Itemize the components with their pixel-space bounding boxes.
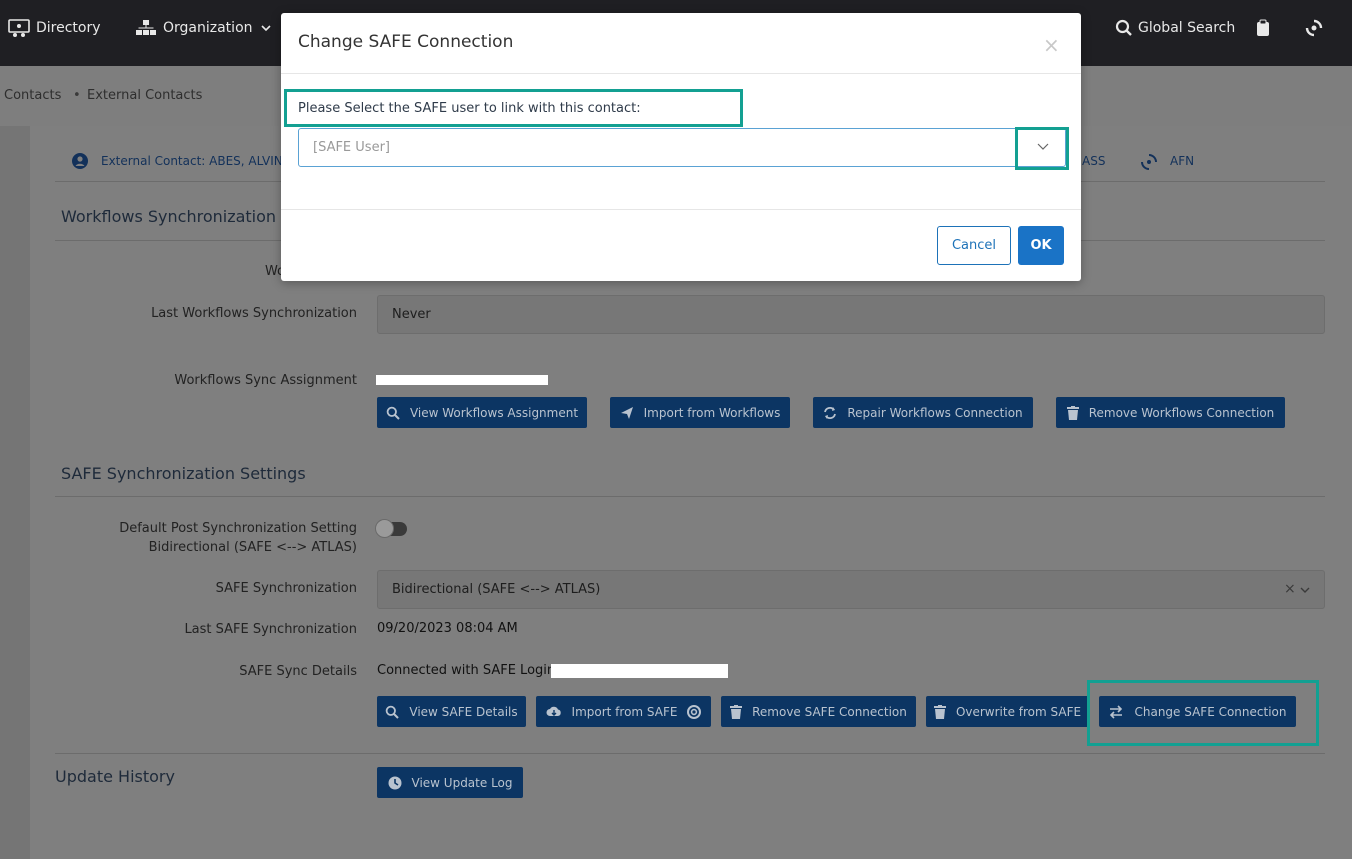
- breadcrumb-contacts[interactable]: Contacts: [4, 88, 61, 103]
- global-search[interactable]: Global Search: [1115, 0, 1235, 56]
- nav-directory[interactable]: Directory: [8, 0, 101, 56]
- safe-user-select[interactable]: [SAFE User]: [298, 128, 1066, 167]
- nav-organization[interactable]: Organization: [135, 0, 271, 56]
- organization-icon: [136, 20, 156, 35]
- import-from-workflows-button[interactable]: Import from Workflows: [610, 397, 790, 428]
- sync-icon: [1305, 19, 1323, 37]
- refresh-icon: [824, 406, 837, 419]
- import-from-safe-label: Import from SAFE: [571, 704, 678, 719]
- post-sync-label-line1: Default Post Synchronization Setting: [119, 521, 357, 536]
- tab-pass[interactable]: ASS: [1082, 154, 1105, 168]
- trash-icon: [730, 704, 743, 719]
- nav-organization-label: Organization: [163, 20, 253, 36]
- search-icon: [386, 705, 400, 719]
- import-from-safe-button[interactable]: Import from SAFE: [536, 696, 711, 727]
- divider: [55, 753, 1325, 754]
- highlight-change-safe-connection: [1087, 680, 1319, 746]
- repair-workflows-connection-label: Repair Workflows Connection: [847, 405, 1023, 420]
- clear-icon[interactable]: ×: [1284, 581, 1296, 597]
- close-icon[interactable]: ×: [1043, 33, 1060, 57]
- overwrite-from-safe-label: Overwrite from SAFE: [955, 704, 1082, 719]
- trash-icon: [933, 704, 946, 719]
- toggle-knob: [375, 519, 394, 538]
- dialog-title: Change SAFE Connection: [298, 32, 514, 52]
- view-safe-details-button[interactable]: View SAFE Details: [377, 696, 526, 727]
- dialog-footer-divider: [281, 209, 1081, 210]
- send-icon: [620, 406, 633, 419]
- workflows-assignment-label: Workflows Sync Assignment: [174, 373, 357, 388]
- breadcrumb-external-contacts[interactable]: External Contacts: [87, 88, 202, 103]
- search-icon: [386, 406, 400, 420]
- clipboard-button[interactable]: [1256, 0, 1270, 56]
- divider: [55, 496, 1325, 497]
- view-safe-details-label: View SAFE Details: [409, 704, 518, 719]
- chevron-down-icon[interactable]: [1300, 586, 1310, 594]
- cancel-button[interactable]: Cancel: [937, 226, 1011, 265]
- safe-sync-details-label: SAFE Sync Details: [239, 664, 357, 679]
- workflows-partial-label: Wo: [264, 264, 285, 279]
- last-workflows-sync-field: Never: [377, 295, 1325, 334]
- safe-sync-value: Bidirectional (SAFE <--> ATLAS): [392, 582, 601, 597]
- post-sync-toggle[interactable]: [375, 519, 407, 538]
- tab-afn[interactable]: AFN: [1170, 154, 1194, 168]
- last-safe-sync-value: 09/20/2023 08:04 AM: [377, 621, 518, 636]
- last-workflows-sync-label: Last Workflows Synchronization: [151, 306, 357, 321]
- repair-workflows-connection-button[interactable]: Repair Workflows Connection: [813, 397, 1033, 428]
- view-workflows-assignment-label: View Workflows Assignment: [409, 405, 579, 420]
- remove-safe-connection-label: Remove SAFE Connection: [752, 704, 907, 719]
- view-update-log-label: View Update Log: [411, 775, 513, 790]
- safe-sync-details-value: Connected with SAFE Login: [377, 663, 556, 678]
- ok-button[interactable]: OK: [1018, 226, 1064, 265]
- breadcrumb-separator: •: [73, 88, 81, 103]
- clipboard-icon: [1257, 19, 1269, 36]
- safe-user-placeholder: [SAFE User]: [313, 140, 390, 155]
- view-workflows-assignment-button[interactable]: View Workflows Assignment: [377, 397, 587, 428]
- last-safe-sync-label: Last SAFE Synchronization: [184, 622, 357, 637]
- last-workflows-sync-value: Never: [392, 307, 431, 322]
- dialog-header-divider: [281, 73, 1081, 74]
- chevron-down-icon: [260, 25, 271, 32]
- sync-button[interactable]: [1304, 0, 1324, 56]
- post-sync-label-line2: Bidirectional (SAFE <--> ATLAS): [148, 540, 357, 555]
- safe-section-title: SAFE Synchronization Settings: [61, 464, 306, 483]
- overwrite-from-safe-button[interactable]: Overwrite from SAFE: [926, 696, 1089, 727]
- contact-name: External Contact: ABES, ALVIN: [101, 154, 283, 168]
- highlight-prompt: [284, 89, 743, 127]
- remove-safe-connection-button[interactable]: Remove SAFE Connection: [721, 696, 916, 727]
- nav-directory-label: Directory: [36, 20, 101, 36]
- safe-sync-label: SAFE Synchronization: [215, 581, 357, 596]
- view-update-log-button[interactable]: View Update Log: [377, 767, 523, 798]
- left-edge: [0, 126, 30, 859]
- highlight-dropdown-caret: [1015, 127, 1069, 170]
- workflows-section-title: Workflows Synchronization: [61, 207, 277, 226]
- user-circle-icon: [72, 153, 88, 169]
- remove-workflows-connection-button[interactable]: Remove Workflows Connection: [1056, 397, 1285, 428]
- redacted-value: [376, 375, 548, 385]
- afn-icon: [1141, 154, 1157, 170]
- cloud-download-icon: [546, 706, 561, 716]
- global-search-label: Global Search: [1138, 20, 1236, 36]
- redacted-value: [551, 664, 728, 678]
- remove-workflows-connection-label: Remove Workflows Connection: [1088, 405, 1275, 420]
- change-safe-connection-dialog: Change SAFE Connection × Please Select t…: [281, 13, 1081, 281]
- safe-sync-select[interactable]: Bidirectional (SAFE <--> ATLAS) ×: [377, 570, 1325, 609]
- clock-icon: [388, 776, 401, 789]
- lifebuoy-icon: [687, 704, 702, 719]
- search-icon: [1115, 19, 1132, 36]
- trash-icon: [1066, 405, 1079, 420]
- update-history-title: Update History: [55, 767, 175, 786]
- import-from-workflows-label: Import from Workflows: [643, 405, 781, 420]
- directory-icon: [8, 19, 30, 37]
